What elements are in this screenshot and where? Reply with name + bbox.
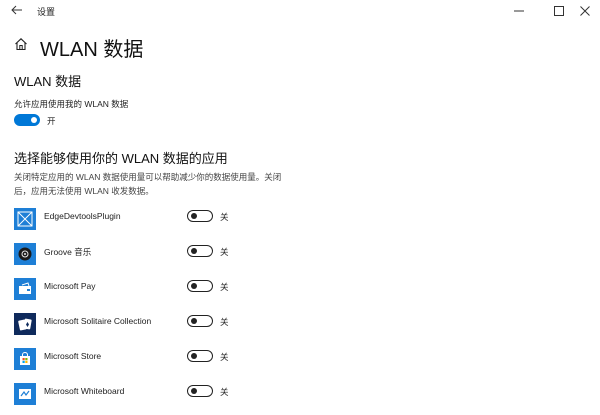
app-toggle-state: 关 <box>220 282 229 292</box>
app-name: EdgeDevtoolsPlugin <box>44 211 121 221</box>
title-bar: 设置 <box>0 0 600 22</box>
whiteboard-icon <box>14 383 36 405</box>
app-toggle-state: 关 <box>220 317 229 327</box>
app-name: Microsoft Solitaire Collection <box>44 316 152 326</box>
app-row-groove-music: Groove 音乐 关 <box>14 243 274 267</box>
wallet-icon <box>14 278 36 300</box>
allow-wlan-label: 允许应用使用我的 WLAN 数据 <box>14 99 129 109</box>
toggle-knob <box>30 116 37 123</box>
apps-section-description: 关闭特定应用的 WLAN 数据使用量可以帮助减少你的数据使用量。关闭后，应用无法… <box>14 172 282 196</box>
toggle-knob <box>190 317 197 324</box>
app-toggle-state: 关 <box>220 247 229 257</box>
app-row-microsoft-whiteboard: Microsoft Whiteboard 关 <box>14 383 274 407</box>
app-name: Microsoft Whiteboard <box>44 386 125 396</box>
solitaire-cards-icon <box>14 313 36 335</box>
app-toggle-state: 关 <box>220 387 229 397</box>
edge-devtools-icon <box>14 208 36 230</box>
home-icon[interactable] <box>14 37 28 51</box>
app-row-microsoft-store: Microsoft Store 关 <box>14 348 274 372</box>
close-icon[interactable] <box>578 4 592 18</box>
app-toggle-microsoft-solitaire[interactable] <box>187 315 213 327</box>
app-row-microsoft-solitaire: Microsoft Solitaire Collection 关 <box>14 313 274 337</box>
wlan-section-title: WLAN 数据 <box>14 74 82 89</box>
maximize-icon[interactable] <box>552 4 566 18</box>
toggle-knob <box>190 352 197 359</box>
window-title: 设置 <box>37 7 56 17</box>
app-toggle-groove-music[interactable] <box>187 245 213 257</box>
toggle-knob <box>190 247 197 254</box>
app-row-microsoft-pay: Microsoft Pay 关 <box>14 278 274 302</box>
groove-music-icon <box>14 243 36 265</box>
app-toggle-edgedevtoolsplugin[interactable] <box>187 210 213 222</box>
back-arrow-icon[interactable] <box>10 3 24 17</box>
app-toggle-microsoft-whiteboard[interactable] <box>187 385 213 397</box>
page-title: WLAN 数据 <box>40 39 144 61</box>
store-bag-icon <box>14 348 36 370</box>
app-name: Microsoft Pay <box>44 281 96 291</box>
toggle-knob <box>190 387 197 394</box>
app-name: Microsoft Store <box>44 351 102 361</box>
app-toggle-microsoft-pay[interactable] <box>187 280 213 292</box>
minimize-icon[interactable] <box>512 4 526 18</box>
app-toggle-state: 关 <box>220 212 229 222</box>
app-toggle-microsoft-store[interactable] <box>187 350 213 362</box>
app-toggle-state: 关 <box>220 352 229 362</box>
app-name: Groove 音乐 <box>44 247 92 257</box>
allow-wlan-toggle-state: 开 <box>47 116 56 126</box>
toggle-knob <box>190 212 197 219</box>
toggle-knob <box>190 282 197 289</box>
app-row-edgedevtoolsplugin: EdgeDevtoolsPlugin 关 <box>14 208 274 232</box>
apps-section-title: 选择能够使用你的 WLAN 数据的应用 <box>14 151 228 166</box>
allow-wlan-toggle[interactable] <box>14 114 40 126</box>
